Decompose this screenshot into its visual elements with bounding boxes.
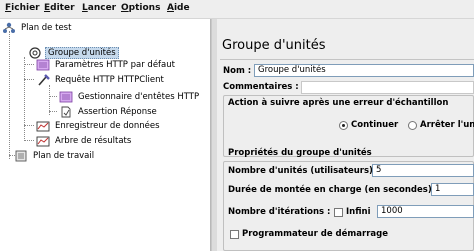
- stop-thread-label: Arrêter l'uni: [420, 120, 474, 130]
- tree-node-label: Enregistreur de données: [55, 120, 160, 131]
- thread-group-icon: [28, 46, 42, 59]
- divider: [220, 59, 474, 60]
- tree-connector: [24, 79, 34, 80]
- loops-field[interactable]: 1000: [377, 205, 474, 218]
- comments-label: Commentaires :: [223, 82, 299, 92]
- tree-connector: [24, 64, 34, 65]
- tree-node-data-writer[interactable]: Enregistreur de données: [36, 119, 162, 132]
- tree-connector: [9, 31, 10, 159]
- menu-lancer[interactable]: Lancer: [82, 3, 116, 13]
- assertion-icon: [59, 106, 73, 118]
- tree-connector: [24, 140, 34, 141]
- tree-connector: [24, 125, 34, 126]
- infinite-label: Infini: [346, 207, 371, 217]
- listener-icon: [36, 135, 50, 147]
- workbench-icon: [14, 150, 28, 162]
- scheduler-label: Programmateur de démarrage: [242, 229, 388, 239]
- tree-node-label: Paramètres HTTP par défaut: [55, 59, 175, 70]
- rampup-label: Durée de montée en charge (en secondes) …: [228, 185, 439, 195]
- tree-node-label: Arbre de résultats: [55, 135, 132, 146]
- menu-bar: Fichier Editer Lancer Options Aide: [0, 0, 474, 19]
- listener-icon: [36, 120, 50, 132]
- menu-editer[interactable]: Editer: [44, 3, 75, 13]
- tree-node-label: Gestionnaire d'entêtes HTTP: [78, 91, 200, 102]
- menu-options-mnemonic: O: [121, 3, 129, 13]
- threads-field[interactable]: 5: [372, 164, 474, 177]
- thread-properties-title: Propriétés du groupe d'unités: [228, 148, 372, 158]
- page-title: Groupe d'unités: [222, 38, 326, 53]
- tree-node-response-assertion[interactable]: Assertion Réponse: [59, 105, 159, 118]
- tree-connector: [24, 57, 25, 141]
- tree-node-label: Plan de test: [21, 22, 72, 33]
- menu-editer-label: diter: [50, 3, 75, 13]
- continue-radio[interactable]: [339, 121, 348, 130]
- scheduler-checkbox[interactable]: [230, 230, 239, 239]
- menu-options[interactable]: Options: [121, 3, 160, 13]
- stop-thread-radio[interactable]: [408, 121, 417, 130]
- name-field[interactable]: Groupe d'unités: [254, 64, 474, 77]
- rampup-field[interactable]: 1: [431, 183, 474, 196]
- tree-node-label: Requête HTTP HTTPClient: [55, 74, 164, 85]
- pipette-icon: [36, 73, 50, 86]
- menu-aide-mnemonic: A: [167, 3, 174, 13]
- config-element-icon: [36, 59, 50, 71]
- infinite-checkbox[interactable]: [334, 208, 343, 217]
- threads-label: Nombre d'unités (utilisateurs) :: [228, 166, 380, 176]
- continue-label: Continuer: [351, 120, 399, 130]
- comments-field[interactable]: [301, 81, 474, 94]
- menu-options-label: ptions: [128, 3, 161, 13]
- menu-fichier-label: ichier: [11, 3, 40, 13]
- tree-node-label: Assertion Réponse: [78, 106, 157, 117]
- tree-node-workbench[interactable]: Plan de travail: [14, 149, 96, 162]
- config-element-icon: [59, 91, 73, 103]
- menu-aide-label: ide: [173, 3, 190, 13]
- test-tree-panel: Plan de test Groupe d'unités Paramètres …: [0, 19, 211, 251]
- name-label: Nom :: [223, 66, 252, 76]
- tree-node-http-request[interactable]: Requête HTTP HTTPClient: [36, 73, 166, 86]
- tree-node-test-plan[interactable]: Plan de test: [2, 21, 73, 34]
- tree-node-label: Plan de travail: [33, 150, 95, 161]
- thread-group-editor: Groupe d'unités Nom : Groupe d'unités Co…: [217, 19, 474, 251]
- menu-fichier[interactable]: Fichier: [5, 3, 40, 13]
- tree-node-results-tree[interactable]: Arbre de résultats: [36, 134, 133, 147]
- tree-connector: [49, 111, 57, 112]
- tree-node-label: Groupe d'unités: [45, 46, 119, 59]
- tree-node-header-manager[interactable]: Gestionnaire d'entêtes HTTP: [59, 90, 201, 103]
- test-plan-icon: [2, 22, 16, 34]
- tree-connector: [49, 96, 57, 97]
- menu-lancer-label: ancer: [87, 3, 117, 13]
- error-action-title: Action à suivre après une erreur d'échan…: [228, 98, 449, 108]
- loops-label: Nombre d'itérations :: [228, 207, 331, 217]
- tree-node-http-defaults[interactable]: Paramètres HTTP par défaut: [36, 58, 177, 71]
- menu-aide[interactable]: Aide: [167, 3, 190, 13]
